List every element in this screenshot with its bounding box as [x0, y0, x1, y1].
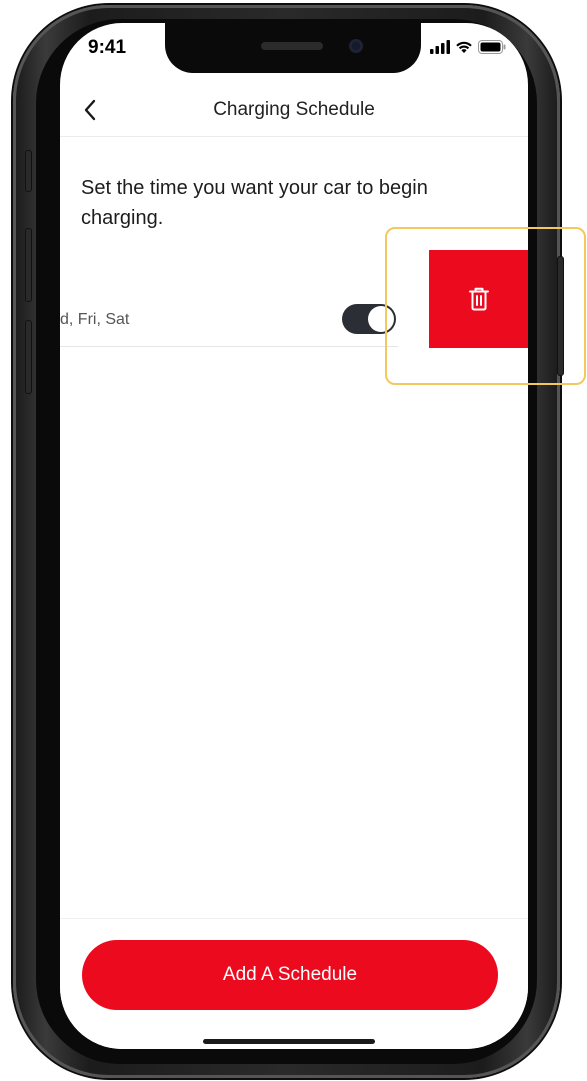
wifi-icon — [456, 41, 472, 53]
home-indicator — [203, 1039, 375, 1044]
speaker-grille — [261, 42, 323, 50]
battery-icon — [478, 40, 506, 54]
toggle-knob — [368, 306, 394, 332]
status-time: 9:41 — [88, 37, 127, 58]
mute-switch — [25, 150, 32, 192]
status-icons — [430, 40, 506, 54]
signal-icon — [430, 40, 450, 54]
notch — [165, 23, 421, 73]
page-title: Charging Schedule — [213, 99, 375, 120]
power-button — [557, 256, 564, 376]
navigation-bar: Charging Schedule — [60, 86, 528, 137]
volume-down-button — [25, 320, 32, 394]
schedule-toggle[interactable] — [342, 304, 396, 334]
front-camera — [349, 39, 363, 53]
trash-icon — [468, 287, 489, 311]
app-screen: 9:41 Charging Schedule Set the time you … — [60, 23, 528, 1049]
schedule-days: d, Fri, Sat — [60, 311, 130, 328]
instructions-text: Set the time you want your car to begin … — [81, 177, 428, 229]
add-schedule-button[interactable]: Add A Schedule — [82, 940, 498, 1010]
volume-up-button — [25, 228, 32, 302]
schedule-row[interactable]: d, Fri, Sat — [60, 281, 398, 347]
delete-schedule-button[interactable] — [429, 250, 528, 348]
